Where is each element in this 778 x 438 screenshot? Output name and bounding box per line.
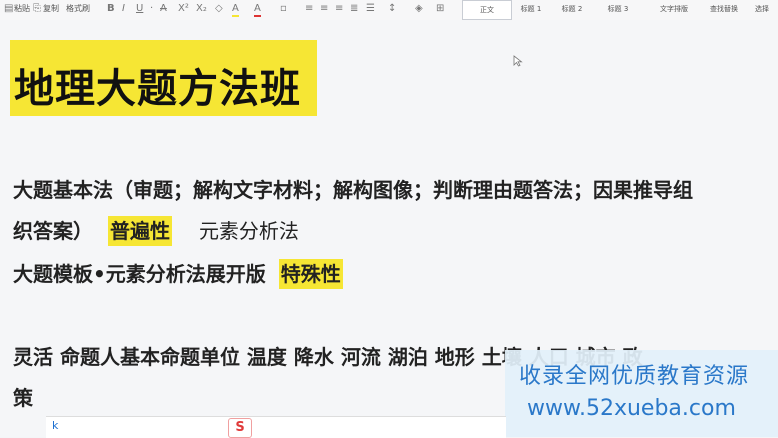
text-line-3[interactable]: 大题模板•元素分析法展开版 特殊性 <box>13 259 343 289</box>
text-line-2-start: 织答案） <box>13 219 93 243</box>
format-painter-button[interactable]: 格式刷 <box>66 3 90 15</box>
style-heading-1[interactable]: 标题 1 <box>515 0 547 18</box>
highlight-universality: 普遍性 <box>107 216 172 246</box>
sogou-ime-icon[interactable]: S <box>228 418 252 438</box>
text-line-5[interactable]: 策 <box>13 384 33 412</box>
text-element-analysis: 元素分析法 <box>198 219 299 243</box>
align-center-icon[interactable]: ≡ <box>320 3 328 15</box>
italic-button[interactable]: I <box>122 3 125 15</box>
title-highlight-block: 地理大题方法班 <box>10 40 317 116</box>
shading-icon[interactable]: ◈ <box>415 3 423 15</box>
style-normal[interactable]: 正文 <box>462 0 512 20</box>
highlight-specificity: 特殊性 <box>278 259 343 289</box>
distributed-align-icon[interactable]: ☰ <box>366 3 375 15</box>
paste-icon[interactable]: ▤ <box>4 3 13 15</box>
align-left-icon[interactable]: ≡ <box>305 3 313 15</box>
find-replace-button[interactable]: 查找替换 <box>710 3 738 15</box>
superscript-button[interactable]: X² <box>178 3 189 15</box>
bold-button[interactable]: B <box>107 3 115 15</box>
text-line-3-start: 大题模板•元素分析法展开版 <box>13 262 266 286</box>
text-line-1[interactable]: 大题基本法（审题；解构文字材料；解构图像；判断理由题答法；因果推导组 <box>13 176 693 204</box>
align-justify-icon[interactable]: ≣ <box>350 3 358 15</box>
ribbon-toolbar: ▤ 粘贴 ⎘ 复制 格式刷 B I U · A X² X₂ ◇ A A ▫ ≡ … <box>0 0 778 21</box>
copy-icon[interactable]: ⎘ <box>33 3 41 15</box>
borders-icon[interactable]: ⊞ <box>436 3 444 15</box>
watermark-overlay: 收录全网优质教育资源 www.52xueba.com <box>505 350 778 437</box>
copy-button[interactable]: 复制 <box>43 3 59 15</box>
ime-cursor-char: k <box>52 419 59 432</box>
style-heading-2[interactable]: 标题 2 <box>556 0 588 18</box>
document-title[interactable]: 地理大题方法班 <box>14 56 301 114</box>
subscript-button[interactable]: X₂ <box>196 3 207 15</box>
style-heading-3[interactable]: 标题 3 <box>602 0 634 18</box>
underline-button[interactable]: U <box>136 3 143 15</box>
highlight-button[interactable]: A <box>232 3 239 17</box>
text-line-2[interactable]: 织答案） 普遍性 元素分析法 <box>13 216 299 246</box>
font-color-button[interactable]: A <box>254 3 261 17</box>
select-button[interactable]: 选择 <box>755 3 769 15</box>
line-spacing-icon[interactable]: ↕ <box>388 3 396 15</box>
mouse-pointer-icon <box>513 55 523 67</box>
strikethrough-button[interactable]: A <box>160 3 167 15</box>
paste-button[interactable]: 粘贴 <box>14 3 30 15</box>
align-right-icon[interactable]: ≡ <box>335 3 343 15</box>
watermark-slogan: 收录全网优质教育资源 <box>519 364 750 389</box>
separator-icon: · <box>150 3 154 14</box>
ime-status-bar: k S <box>46 416 506 438</box>
clear-format-icon[interactable]: ◇ <box>215 3 223 15</box>
char-border-icon[interactable]: ▫ <box>280 3 287 15</box>
watermark-url: www.52xueba.com <box>527 396 736 421</box>
text-layout-button[interactable]: 文字排版 <box>660 3 688 15</box>
